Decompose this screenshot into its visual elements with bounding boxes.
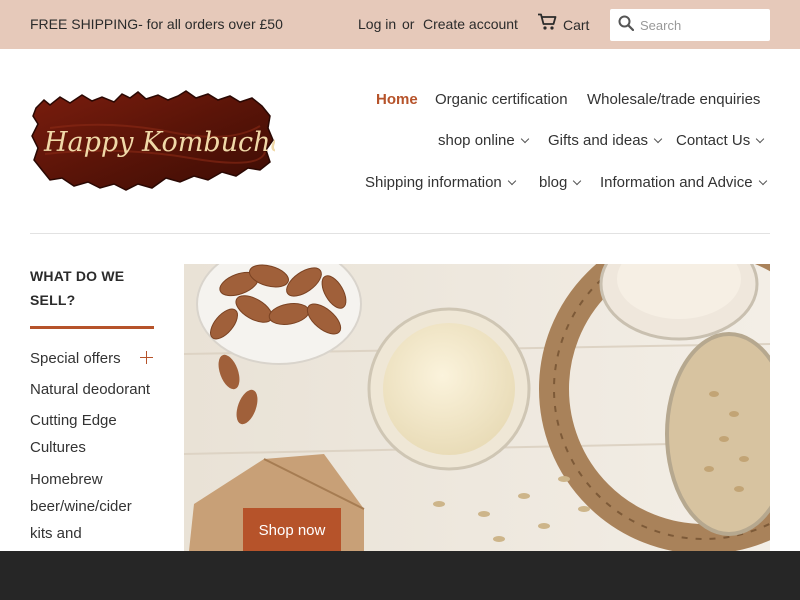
cart-link[interactable]: Cart bbox=[537, 13, 589, 36]
nav-organic-certification[interactable]: Organic certification bbox=[435, 91, 568, 108]
search-input[interactable] bbox=[640, 17, 760, 33]
footer-bar bbox=[0, 551, 800, 600]
nav-gifts-label: Gifts and ideas bbox=[548, 132, 649, 149]
search-box bbox=[610, 9, 770, 41]
sidebar-item-homebrew-kits[interactable]: Homebrew beer/wine/cider kits and bbox=[30, 466, 160, 547]
sidebar-heading: WHAT DO WE SELL? bbox=[30, 264, 130, 312]
chevron-down-icon bbox=[755, 134, 765, 144]
nav-home[interactable]: Home bbox=[376, 91, 418, 108]
login-link[interactable]: Log in bbox=[358, 16, 396, 32]
cart-label: Cart bbox=[563, 16, 590, 33]
nav-contact-label: Contact Us bbox=[676, 132, 751, 149]
expand-plus-icon[interactable] bbox=[140, 351, 153, 364]
sidebar-heading-line1: WHAT DO WE bbox=[30, 268, 125, 284]
chevron-down-icon bbox=[573, 176, 582, 186]
free-shipping-promo: FREE SHIPPING- for all orders over £50 bbox=[30, 16, 283, 32]
sidebar-item-label-line: Cutting Edge bbox=[30, 412, 117, 429]
sidebar-item-label-line: Cultures bbox=[30, 439, 86, 456]
nav-shop-online-label: shop online bbox=[438, 132, 515, 149]
announcement-bar: FREE SHIPPING- for all orders over £50 L… bbox=[0, 0, 800, 49]
chevron-down-icon bbox=[507, 176, 517, 186]
sidebar-accent-rule bbox=[30, 326, 154, 329]
nav-gifts-and-ideas[interactable]: Gifts and ideas bbox=[548, 132, 663, 149]
sidebar-item-cutting-edge-cultures[interactable]: Cutting Edge Cultures bbox=[30, 407, 160, 461]
nav-blog-label: blog bbox=[539, 174, 568, 191]
nav-blog[interactable]: blog bbox=[539, 174, 582, 191]
nav-shipping-label: Shipping information bbox=[365, 174, 502, 191]
logo-text: Happy Kombucha bbox=[43, 127, 275, 158]
store-logo[interactable]: Happy Kombucha bbox=[30, 88, 287, 196]
sidebar-heading-line2: SELL? bbox=[30, 292, 76, 308]
cart-icon bbox=[537, 13, 557, 36]
header-divider bbox=[30, 233, 770, 234]
sidebar-item-label-line: beer/wine/cider bbox=[30, 498, 132, 515]
chevron-down-icon bbox=[520, 134, 529, 144]
nav-information-and-advice[interactable]: Information and Advice bbox=[600, 174, 767, 191]
nav-shop-online[interactable]: shop online bbox=[438, 132, 529, 149]
sidebar-item-label-line: kits and bbox=[30, 525, 82, 542]
chevron-down-icon bbox=[653, 134, 663, 144]
nav-info-label: Information and Advice bbox=[600, 174, 753, 191]
sidebar-item-natural-deodorant[interactable]: Natural deodorant bbox=[30, 376, 160, 403]
sidebar-item-label-line: Homebrew bbox=[30, 471, 103, 488]
nav-contact-us[interactable]: Contact Us bbox=[676, 132, 765, 149]
or-separator: or bbox=[402, 16, 415, 32]
chevron-down-icon bbox=[758, 176, 767, 186]
shop-now-button[interactable]: Shop now bbox=[243, 508, 341, 552]
nav-wholesale-trade-enquiries[interactable]: Wholesale/trade enquiries bbox=[587, 91, 760, 108]
create-account-link[interactable]: Create account bbox=[423, 16, 518, 32]
search-icon[interactable] bbox=[618, 15, 635, 36]
nav-shipping-information[interactable]: Shipping information bbox=[365, 174, 517, 191]
